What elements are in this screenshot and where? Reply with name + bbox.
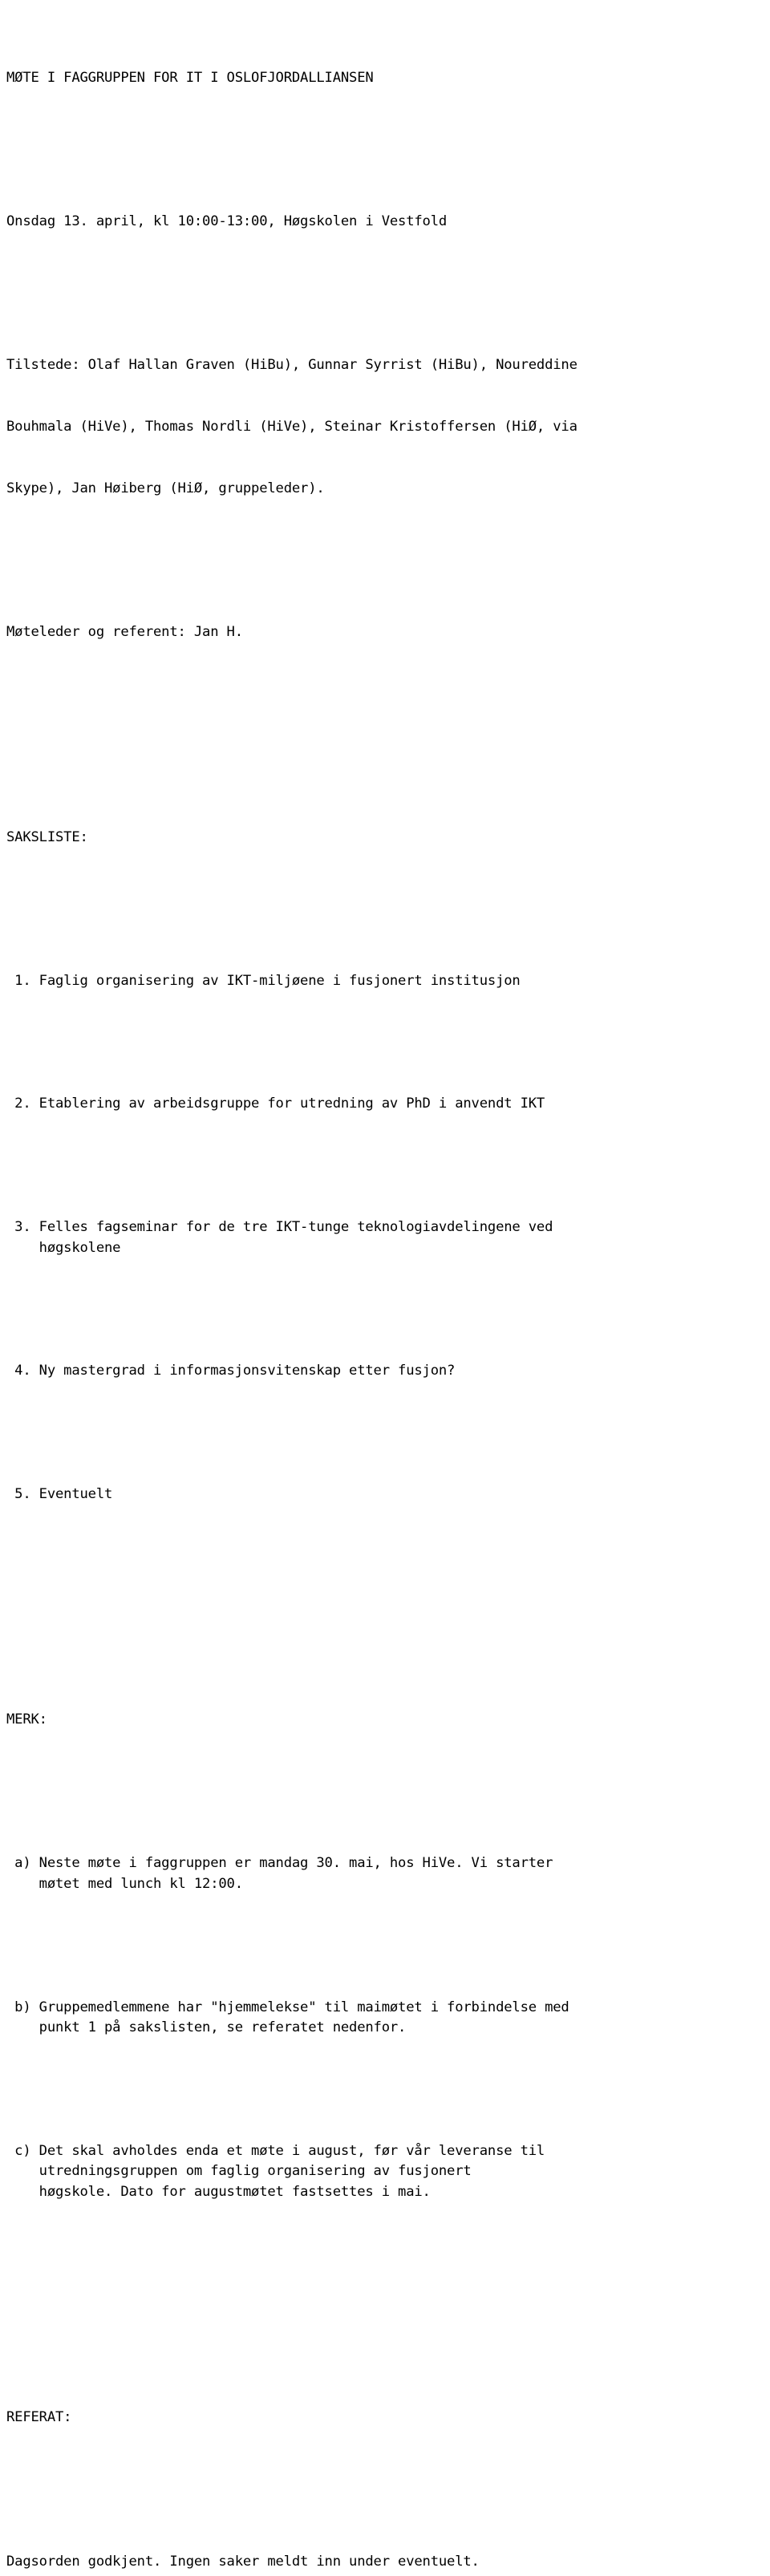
attendees-line-1: Tilstede: Olaf Hallan Graven (HiBu), Gun… <box>6 357 578 374</box>
agenda-item: 5. Eventuelt <box>6 1485 113 1502</box>
meeting-datetime-location: Onsdag 13. april, kl 10:00-13:00, Høgsko… <box>6 213 448 229</box>
agenda-heading: SAKSLISTE: <box>6 828 88 845</box>
note-item: a) Neste møte i faggruppen er mandag 30.… <box>14 1855 553 1893</box>
agenda-item: 3. Felles fagseminar for de tre IKT-tung… <box>14 1219 553 1256</box>
notes-heading: MERK: <box>6 1711 47 1728</box>
minutes-heading: REFERAT: <box>6 2409 72 2426</box>
document-page: MØTE I FAGGRUPPEN FOR IT I OSLOFJORDALLI… <box>0 0 770 2570</box>
document-title: MØTE I FAGGRUPPEN FOR IT I OSLOFJORDALLI… <box>6 69 374 86</box>
agenda-item: 4. Ny mastergrad i informasjonsvitenskap… <box>6 1363 456 1379</box>
agenda-item: 1. Faglig organisering av IKT-miljøene i… <box>6 972 521 989</box>
note-item: b) Gruppemedlemmene har "hjemmelekse" ti… <box>14 1999 569 2036</box>
document-body: MØTE I FAGGRUPPEN FOR IT I OSLOFJORDALLI… <box>6 6 764 2576</box>
note-item: c) Det skal avholdes enda et møte i augu… <box>14 2142 545 2200</box>
chair-and-recorder: Møteleder og referent: Jan H. <box>6 623 243 640</box>
agenda-item: 2. Etablering av arbeidsgruppe for utred… <box>6 1096 545 1112</box>
attendees-line-3: Skype), Jan Høiberg (HiØ, gruppeleder). <box>6 480 325 496</box>
minutes-paragraph: Dagsorden godkjent. Ingen saker meldt in… <box>6 2553 480 2570</box>
attendees-line-2: Bouhmala (HiVe), Thomas Nordli (HiVe), S… <box>6 418 578 435</box>
